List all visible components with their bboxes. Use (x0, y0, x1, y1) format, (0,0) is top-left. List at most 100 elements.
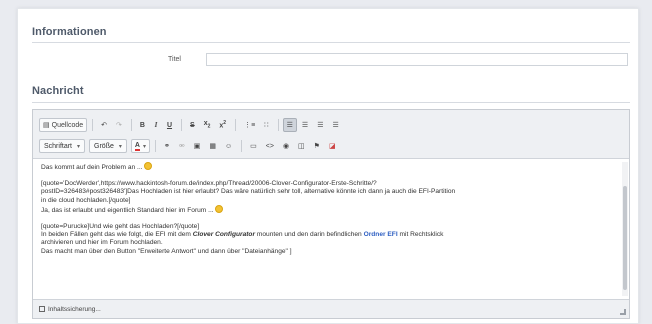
undo-icon: ↶ (101, 122, 108, 129)
font-size-label: Größe (94, 142, 114, 150)
text-line: archivieren und hier im Forum hochladen. (41, 239, 163, 247)
align-left-icon: ☰ (286, 122, 293, 129)
unlink-icon: ⚮ (178, 143, 185, 150)
toolbar-separator (92, 119, 94, 131)
undo-button[interactable]: ↶ (97, 118, 111, 132)
text-span: Das kommt auf dein Problem an ... (41, 164, 143, 171)
editor-scrollbar[interactable] (622, 162, 628, 296)
underline-icon: U (166, 121, 173, 129)
link-icon: ⚭ (163, 143, 170, 150)
spoiler-button[interactable]: ◉ (279, 139, 293, 153)
media-icon: ◫ (298, 143, 305, 150)
align-right-icon: ☰ (317, 122, 324, 129)
text-line: postID=326483#post326483']Das Hochladen … (41, 188, 456, 196)
section-divider (32, 102, 630, 103)
text-line: Das macht man über den Button "Erweitert… (41, 247, 292, 255)
align-right-button[interactable]: ☰ (313, 118, 327, 132)
toolbar-separator (154, 140, 156, 152)
bold-button[interactable]: B (136, 118, 149, 132)
redo-icon: ↷ (116, 122, 122, 129)
remove-link-button[interactable]: ⚮ (175, 139, 189, 153)
insert-attachment-button[interactable]: ⚑ (310, 139, 324, 153)
section-divider (32, 42, 630, 43)
thumbs-up-emoji-icon (215, 204, 224, 213)
italic-icon: I (154, 121, 158, 129)
autosave-label[interactable]: Inhaltssicherung... (48, 306, 101, 313)
text-line: Ja, das ist erlaubt und eigentlich Stand… (41, 204, 615, 215)
font-color-button[interactable]: A ▾ (130, 139, 150, 153)
section-title-informationen: Informationen (32, 26, 107, 38)
media-button[interactable]: ◫ (294, 139, 309, 153)
toolbar-separator (241, 140, 243, 152)
chevron-down-icon: ▾ (118, 143, 122, 150)
align-center-icon: ☰ (301, 122, 309, 129)
editor-content[interactable]: Das kommt auf dein Problem an ... [quote… (33, 159, 629, 300)
smiley-emoji-icon (144, 162, 153, 170)
insert-smiley-button[interactable]: ☺ (221, 139, 236, 153)
redo-button[interactable]: ↷ (112, 118, 126, 132)
text-line: Das kommt auf dein Problem an ... (41, 162, 615, 172)
subscript-icon: x2 (203, 120, 211, 130)
superscript-button[interactable]: x2 (215, 118, 230, 132)
save-disk-icon (39, 306, 45, 312)
italic-button[interactable]: I (150, 118, 162, 132)
code-button[interactable]: <> (262, 139, 278, 153)
toolbar-separator (130, 119, 132, 131)
chevron-down-icon: ▾ (142, 143, 146, 150)
title-input[interactable] (206, 53, 628, 66)
unordered-list-button[interactable]: ∷ (260, 118, 272, 132)
strikethrough-button[interactable]: S (186, 118, 199, 132)
ordner-efi-link[interactable]: Ordner EFI (364, 231, 398, 238)
resize-handle[interactable] (620, 309, 626, 315)
quote-bubble-icon: ▭ (250, 143, 257, 150)
gallery-icon: ◪ (328, 143, 336, 150)
align-left-button[interactable]: ☰ (282, 118, 297, 132)
eye-icon: ◉ (282, 143, 290, 150)
toolbar-separator (181, 119, 183, 131)
text-span: In beiden Fällen geht das wie folgt, die… (41, 231, 191, 239)
strikethrough-icon: S (190, 121, 195, 129)
scrollbar-thumb[interactable] (623, 186, 627, 290)
quote-button[interactable]: ▭ (246, 139, 261, 153)
toolbar-separator (277, 119, 279, 131)
title-label: Titel (168, 56, 181, 63)
toolbar-separator (235, 119, 237, 131)
attachment-icon: ⚑ (313, 143, 320, 150)
document-icon: ▤ (43, 122, 50, 129)
unordered-list-icon: ∷ (264, 122, 269, 129)
subscript-button[interactable]: x2 (200, 118, 215, 132)
insert-image-button[interactable]: ▣ (190, 139, 205, 153)
insert-table-button[interactable]: ▦ (205, 139, 220, 153)
text-line: In beiden Fällen geht das wie folgt, die… (41, 231, 615, 239)
editor-toolbar: ▤ Quellcode ↶ ↷ B I U S x2 x2 ⋮≡ ∷ ☰ ☰ ☰… (33, 110, 629, 159)
font-size-dropdown[interactable]: Größe ▾ (89, 139, 127, 153)
toolbar-row-1: ▤ Quellcode ↶ ↷ B I U S x2 x2 ⋮≡ ∷ ☰ ☰ ☰… (39, 117, 344, 133)
source-code-label: Quellcode (51, 121, 84, 129)
clover-configurator-text: Clover Configurator (192, 231, 256, 239)
code-icon: <> (265, 142, 274, 150)
font-color-icon: A (134, 141, 140, 151)
align-justify-icon: ☰ (332, 122, 339, 129)
text-line: [quote='DocWerder',https://www.hackintos… (41, 180, 377, 188)
underline-button[interactable]: U (163, 118, 176, 132)
align-justify-button[interactable]: ☰ (328, 118, 342, 132)
chevron-down-icon: ▾ (77, 143, 81, 150)
message-editor: ▤ Quellcode ↶ ↷ B I U S x2 x2 ⋮≡ ∷ ☰ ☰ ☰… (32, 109, 630, 319)
ordered-list-button[interactable]: ⋮≡ (240, 118, 259, 132)
bold-icon: B (139, 121, 145, 129)
font-family-label: Schriftart (44, 142, 73, 150)
section-title-nachricht: Nachricht (32, 85, 84, 97)
text-line: in die cloud hochladen.[/quote] (41, 196, 131, 204)
editor-footer: Inhaltssicherung... (33, 299, 629, 318)
source-code-button[interactable]: ▤ Quellcode (39, 118, 88, 132)
insert-gallery-button[interactable]: ◪ (325, 139, 340, 153)
font-family-dropdown[interactable]: Schriftart ▾ (39, 139, 86, 153)
text-line: [quote=Purucke]Und wie geht das Hochlade… (41, 223, 200, 231)
ordered-list-icon: ⋮≡ (244, 122, 256, 129)
insert-link-button[interactable]: ⚭ (160, 139, 174, 153)
align-center-button[interactable]: ☰ (298, 118, 312, 132)
form-panel: Informationen Titel Nachricht ▤ Quellcod… (17, 8, 639, 324)
text-span: Ja, das ist erlaubt und eigentlich Stand… (41, 206, 214, 214)
